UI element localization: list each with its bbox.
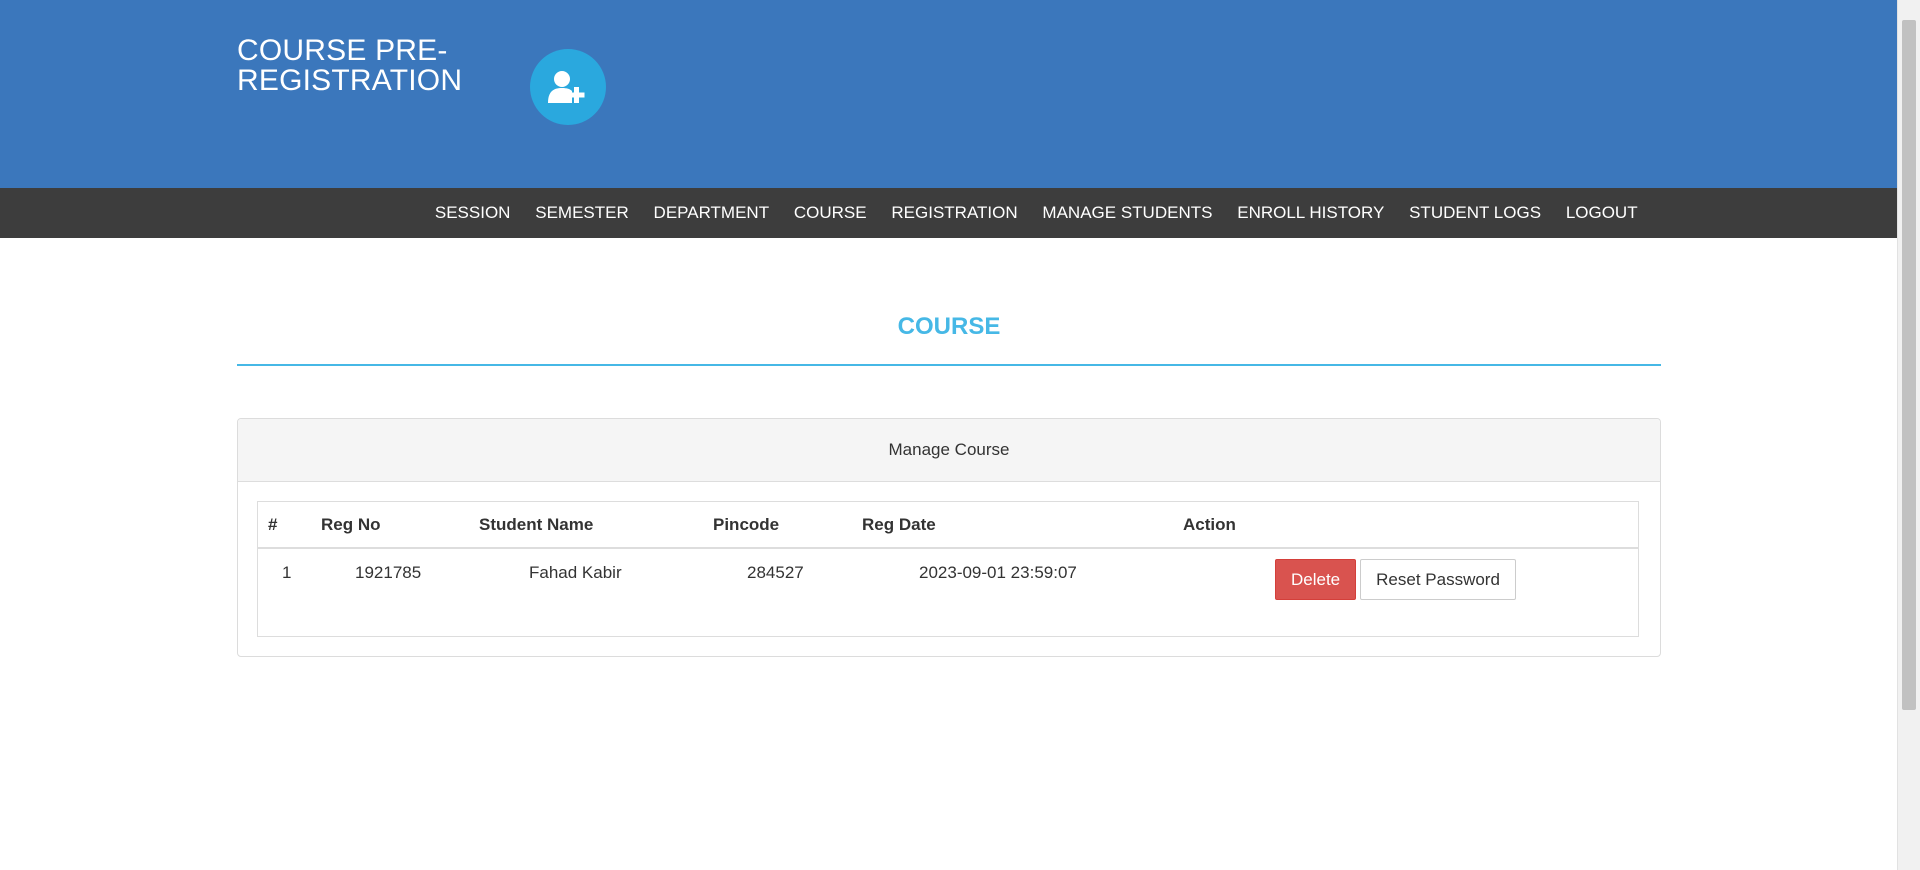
students-table: # Reg No Student Name Pincode Reg Date A… — [258, 502, 1638, 624]
nav-item-logout[interactable]: LOGOUT — [1553, 188, 1650, 238]
scrollbar-thumb[interactable] — [1902, 20, 1916, 710]
page-title: COURSE — [897, 313, 1001, 340]
delete-button[interactable]: Delete — [1275, 559, 1357, 600]
column-header-student-name: Student Name — [469, 502, 703, 549]
main-navbar: SESSION SEMESTER DEPARTMENT COURSE REGIS… — [0, 188, 1898, 238]
reset-password-button[interactable]: Reset Password — [1360, 559, 1516, 600]
column-header-index: # — [258, 502, 311, 549]
table-header-row: # Reg No Student Name Pincode Reg Date A… — [258, 502, 1638, 549]
cell-student-name: Fahad Kabir — [529, 563, 622, 582]
nav-item-enroll-history[interactable]: ENROLL HISTORY — [1225, 188, 1397, 238]
user-plus-icon — [530, 49, 606, 125]
page: COURSE PRE-REGISTRATION SESSION SEMESTER… — [0, 0, 1920, 870]
cell-pincode: 284527 — [747, 563, 804, 582]
title-divider — [237, 364, 1661, 366]
nav-item-department[interactable]: DEPARTMENT — [641, 188, 781, 238]
cell-reg-date: 2023-09-01 23:59:07 — [919, 563, 1077, 582]
nav-item-student-logs[interactable]: STUDENT LOGS — [1397, 188, 1554, 238]
manage-course-panel: Manage Course # Reg No Student Name Pinc… — [237, 418, 1661, 657]
column-header-action: Action — [1173, 502, 1638, 549]
cell-reg-no: 1921785 — [355, 563, 422, 582]
nav-item-manage-students[interactable]: MANAGE STUDENTS — [1030, 188, 1225, 238]
cell-index: 1 — [282, 563, 292, 582]
panel-heading: Manage Course — [238, 419, 1660, 482]
column-header-reg-date: Reg Date — [852, 502, 1173, 549]
site-header: COURSE PRE-REGISTRATION — [0, 0, 1898, 188]
nav-menu: SESSION SEMESTER DEPARTMENT COURSE REGIS… — [422, 188, 1650, 238]
students-table-container: # Reg No Student Name Pincode Reg Date A… — [257, 501, 1639, 637]
nav-item-session[interactable]: SESSION — [422, 188, 522, 238]
nav-item-semester[interactable]: SEMESTER — [523, 188, 641, 238]
vertical-scrollbar[interactable] — [1897, 0, 1920, 870]
site-title: COURSE PRE-REGISTRATION — [237, 34, 463, 97]
table-row: 1 1921785 Fahad Kabir 284527 2023-09-01 … — [258, 548, 1638, 624]
column-header-reg-no: Reg No — [311, 502, 469, 549]
cell-actions: Delete Reset Password — [1173, 548, 1638, 624]
nav-item-registration[interactable]: REGISTRATION — [879, 188, 1030, 238]
nav-item-course[interactable]: COURSE — [781, 188, 879, 238]
column-header-pincode: Pincode — [703, 502, 852, 549]
